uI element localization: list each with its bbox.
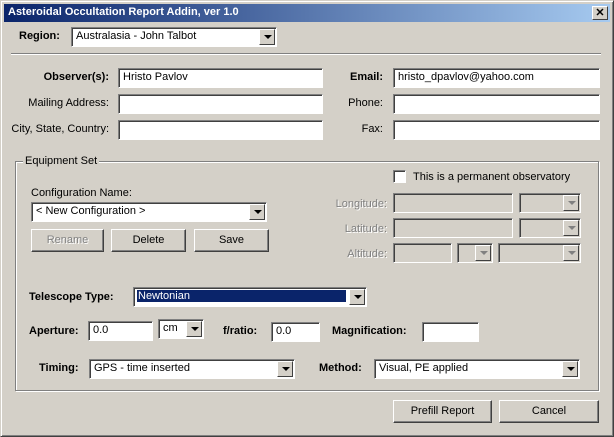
longitude-field[interactable] (393, 193, 513, 213)
chevron-down-icon[interactable] (186, 321, 202, 337)
latitude-label: Latitude: (344, 223, 387, 235)
latitude-direction-select[interactable] (519, 218, 581, 238)
cancel-button[interactable]: Cancel (499, 400, 599, 423)
save-button[interactable]: Save (194, 229, 269, 252)
divider (11, 53, 601, 55)
timing-select[interactable]: GPS - time inserted (89, 359, 295, 379)
prefill-report-button[interactable]: Prefill Report (393, 400, 492, 423)
region-value: Australasia - John Talbot (76, 30, 197, 42)
fax-label: Fax: (361, 123, 383, 135)
email-label: Email: (349, 71, 383, 83)
chevron-down-icon[interactable] (563, 195, 579, 211)
title-bar[interactable]: Asteroidal Occultation Report Addin, ver… (4, 4, 610, 22)
magnification-field[interactable] (422, 322, 479, 342)
magnification-label: Magnification: (332, 325, 407, 337)
phone-field[interactable] (393, 94, 600, 114)
telescope-type-value: Newtonian (136, 289, 347, 303)
chevron-down-icon[interactable] (349, 289, 365, 305)
fratio-label: f/ratio: (223, 325, 258, 337)
aperture-field[interactable]: 0.0 (88, 321, 153, 341)
window-title: Asteroidal Occultation Report Addin, ver… (8, 6, 239, 18)
chevron-down-icon[interactable] (277, 361, 293, 377)
chevron-down-icon[interactable] (563, 245, 579, 261)
report-dialog: Asteroidal Occultation Report Addin, ver… (0, 0, 614, 437)
rename-button[interactable]: Rename (31, 229, 104, 252)
altitude-field[interactable] (393, 243, 452, 263)
altitude-datum-select[interactable] (498, 243, 581, 263)
close-button[interactable]: ✕ (592, 6, 608, 20)
aperture-unit-value: cm (163, 322, 178, 334)
configuration-name-label: Configuration Name: (31, 187, 132, 199)
chevron-down-icon[interactable] (563, 220, 579, 236)
city-label: City, State, Country: (11, 123, 109, 135)
longitude-label: Longitude: (335, 198, 387, 210)
configuration-select[interactable]: < New Configuration > (31, 202, 267, 222)
chevron-down-icon[interactable] (562, 361, 578, 377)
region-select[interactable]: Australasia - John Talbot (71, 27, 277, 47)
aperture-label: Aperture: (29, 325, 79, 337)
city-field[interactable] (118, 120, 323, 140)
phone-label: Phone: (348, 97, 383, 109)
altitude-unit-select[interactable] (457, 243, 493, 263)
observers-label: Observer(s): (43, 71, 109, 83)
timing-label: Timing: (39, 362, 79, 374)
mailing-address-field[interactable] (118, 94, 323, 114)
method-select[interactable]: Visual, PE applied (374, 359, 580, 379)
chevron-down-icon[interactable] (475, 245, 491, 261)
close-icon: ✕ (595, 7, 605, 19)
method-label: Method: (319, 362, 362, 374)
permanent-observatory-label: This is a permanent observatory (413, 171, 571, 183)
email-field[interactable]: hristo_dpavlov@yahoo.com (393, 68, 600, 88)
region-label: Region: (19, 30, 60, 42)
altitude-label: Altitude: (347, 248, 387, 260)
method-value: Visual, PE applied (379, 362, 469, 374)
aperture-unit-select[interactable]: cm (158, 319, 204, 339)
mailing-address-label: Mailing Address: (28, 97, 109, 109)
equipment-set-title: Equipment Set (23, 155, 100, 167)
chevron-down-icon[interactable] (259, 29, 275, 45)
longitude-direction-select[interactable] (519, 193, 581, 213)
telescope-type-label: Telescope Type: (29, 291, 114, 303)
timing-value: GPS - time inserted (94, 362, 190, 374)
latitude-field[interactable] (393, 218, 513, 238)
observers-field[interactable]: Hristo Pavlov (118, 68, 323, 88)
chevron-down-icon[interactable] (249, 204, 265, 220)
fax-field[interactable] (393, 120, 600, 140)
delete-button[interactable]: Delete (111, 229, 186, 252)
permanent-observatory-checkbox[interactable] (393, 170, 406, 183)
telescope-type-select[interactable]: Newtonian (133, 287, 367, 307)
configuration-value: < New Configuration > (36, 205, 146, 217)
fratio-field[interactable]: 0.0 (271, 322, 320, 342)
